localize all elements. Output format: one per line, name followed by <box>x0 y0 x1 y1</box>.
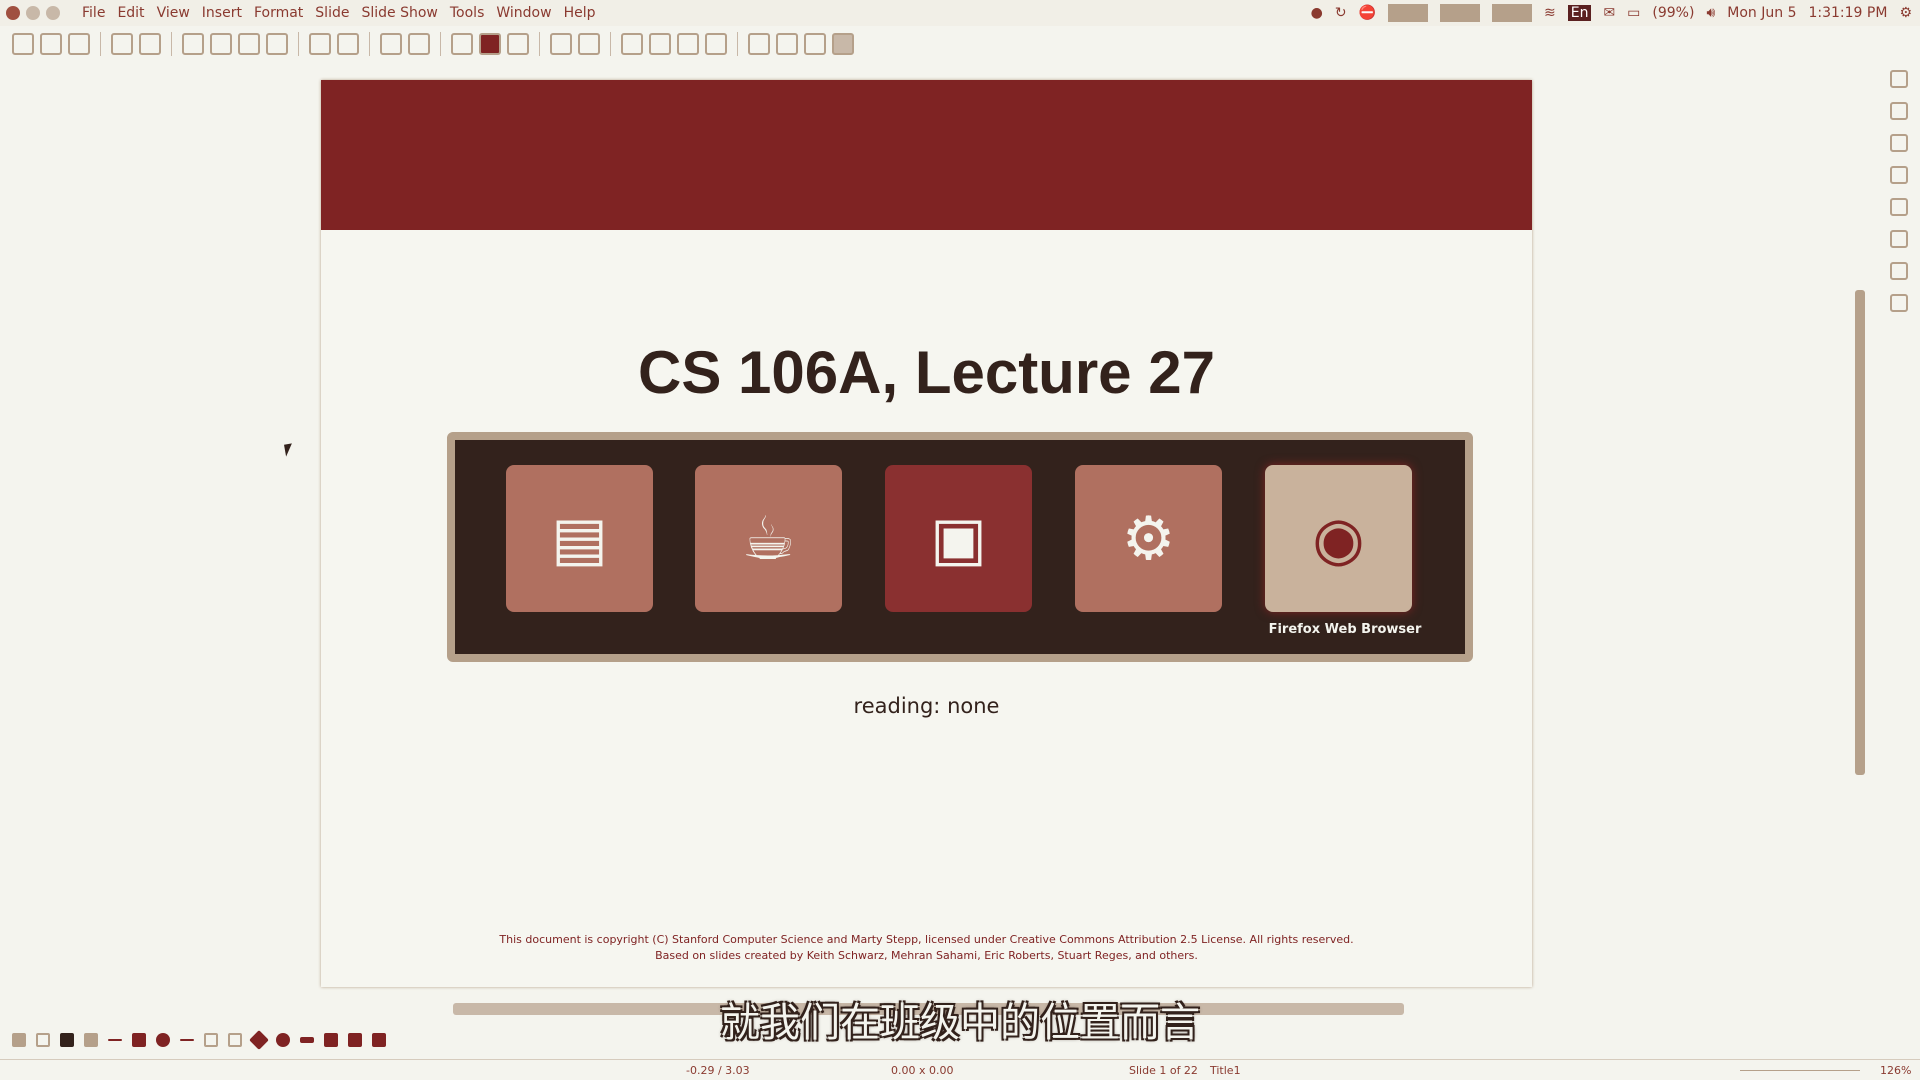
zoom-level[interactable]: 126% <box>1880 1064 1911 1077</box>
image-icon[interactable] <box>649 33 671 55</box>
cursor-position: -0.29 / 3.03 <box>686 1064 750 1077</box>
paste-icon[interactable] <box>238 33 260 55</box>
master-slides-icon[interactable] <box>1890 198 1908 216</box>
properties-icon[interactable] <box>1890 70 1908 88</box>
teapot-icon[interactable]: ☕ <box>695 465 842 612</box>
zoom-slider[interactable] <box>1740 1070 1860 1071</box>
table-icon[interactable] <box>621 33 643 55</box>
menu-format[interactable]: Format <box>254 5 303 21</box>
slide-reading[interactable]: reading: none <box>321 694 1532 718</box>
menu-help[interactable]: Help <box>564 5 596 21</box>
maximize-window-button[interactable] <box>46 6 60 20</box>
minimize-window-button[interactable] <box>26 6 40 20</box>
clock[interactable]: 1:31:19 PM <box>1808 5 1887 21</box>
menu-edit[interactable]: Edit <box>117 5 144 21</box>
battery-percent[interactable]: (99%) <box>1652 5 1694 21</box>
system-tray: ● ↻ ⛔ ≋ En ✉ ▭ (99%) 🔊︎ Mon Jun 5 1:31:1… <box>1311 0 1912 26</box>
new-icon[interactable] <box>12 33 34 55</box>
menu-window[interactable]: Window <box>496 5 551 21</box>
object-size: 0.00 x 0.00 <box>891 1064 954 1077</box>
display-views-icon[interactable] <box>479 33 501 55</box>
redo-icon[interactable] <box>337 33 359 55</box>
media-icon[interactable] <box>677 33 699 55</box>
gallery-icon[interactable] <box>1890 262 1908 280</box>
wifi-icon[interactable]: ≋ <box>1544 5 1556 21</box>
app-switcher: ▤ ☕ ▣ ⚙ ◉ Firefox Web Browser <box>447 432 1473 662</box>
menu-file[interactable]: File <box>82 5 105 21</box>
copy-icon[interactable] <box>210 33 232 55</box>
menu-insert[interactable]: Insert <box>202 5 242 21</box>
indicator-block[interactable] <box>1387 4 1428 22</box>
hyperlink-icon[interactable] <box>804 33 826 55</box>
start-slideshow-icon[interactable] <box>550 33 572 55</box>
export-icon[interactable] <box>111 33 133 55</box>
mouse-cursor <box>284 443 294 457</box>
start-current-icon[interactable] <box>578 33 600 55</box>
layouts-icon[interactable] <box>1890 102 1908 120</box>
print-icon[interactable] <box>139 33 161 55</box>
menu-tools[interactable]: Tools <box>450 5 485 21</box>
slide-counter: Slide 1 of 22 <box>1129 1064 1198 1077</box>
open-icon[interactable] <box>40 33 62 55</box>
battery-icon[interactable]: ▭ <box>1627 5 1640 21</box>
gear-icon[interactable]: ⚙ <box>1899 5 1912 21</box>
navigator-icon[interactable] <box>1890 294 1908 312</box>
grid-icon[interactable] <box>451 33 473 55</box>
stop-icon[interactable]: ⛔ <box>1359 5 1376 21</box>
sync-icon[interactable]: ↻ <box>1335 5 1347 21</box>
animation-icon[interactable] <box>1890 166 1908 184</box>
undo-icon[interactable] <box>309 33 331 55</box>
find-icon[interactable] <box>380 33 402 55</box>
indicator-block[interactable] <box>1439 4 1480 22</box>
slide-title[interactable]: CS 106A, Lecture 27 <box>321 338 1532 407</box>
standard-toolbar <box>0 28 1060 60</box>
master-slide-icon[interactable] <box>507 33 529 55</box>
textbox-icon[interactable] <box>748 33 770 55</box>
volume-icon[interactable]: 🔊︎ <box>1706 5 1715 21</box>
fontwork-icon[interactable] <box>776 33 798 55</box>
slide-transition-icon[interactable] <box>1890 134 1908 152</box>
firefox-icon[interactable]: ◉ <box>1265 465 1412 612</box>
java-ee-ide-icon[interactable]: ⚙ <box>1075 465 1222 612</box>
credits-line: Based on slides created by Keith Schwarz… <box>655 949 1198 962</box>
keyboard-layout[interactable]: En <box>1567 5 1592 21</box>
styles-icon[interactable] <box>1890 230 1908 248</box>
master-layout-name: Title1 <box>1210 1064 1241 1077</box>
chart-icon[interactable] <box>705 33 727 55</box>
copyright-line: This document is copyright (C) Stanford … <box>499 933 1354 946</box>
libreoffice-impress-icon[interactable]: ▤ <box>506 465 653 612</box>
save-icon[interactable] <box>68 33 90 55</box>
indicator-block[interactable] <box>1491 4 1532 22</box>
vertical-scrollbar[interactable] <box>1855 290 1865 775</box>
clone-icon[interactable] <box>266 33 288 55</box>
status-bar: -0.29 / 3.03 0.00 x 0.00 Slide 1 of 22 T… <box>0 1059 1920 1080</box>
video-subtitle: 就我们在班级中的位置而言 <box>720 1000 1200 1046</box>
draw-functions-icon[interactable] <box>832 33 854 55</box>
menu-slide-show[interactable]: Slide Show <box>361 5 437 21</box>
file-cabinet-icon[interactable]: ▣ <box>885 465 1032 612</box>
selected-app-label: Firefox Web Browser <box>1268 622 1422 637</box>
mail-icon[interactable]: ✉ <box>1603 5 1615 21</box>
menu-slide[interactable]: Slide <box>315 5 349 21</box>
spelling-icon[interactable] <box>408 33 430 55</box>
slide-header-band <box>321 80 1532 230</box>
date[interactable]: Mon Jun 5 <box>1727 5 1796 21</box>
menu-view[interactable]: View <box>157 5 190 21</box>
close-window-button[interactable] <box>6 6 20 20</box>
sidebar-deck <box>1880 70 1918 312</box>
camera-icon[interactable]: ● <box>1311 5 1323 21</box>
cut-icon[interactable] <box>182 33 204 55</box>
